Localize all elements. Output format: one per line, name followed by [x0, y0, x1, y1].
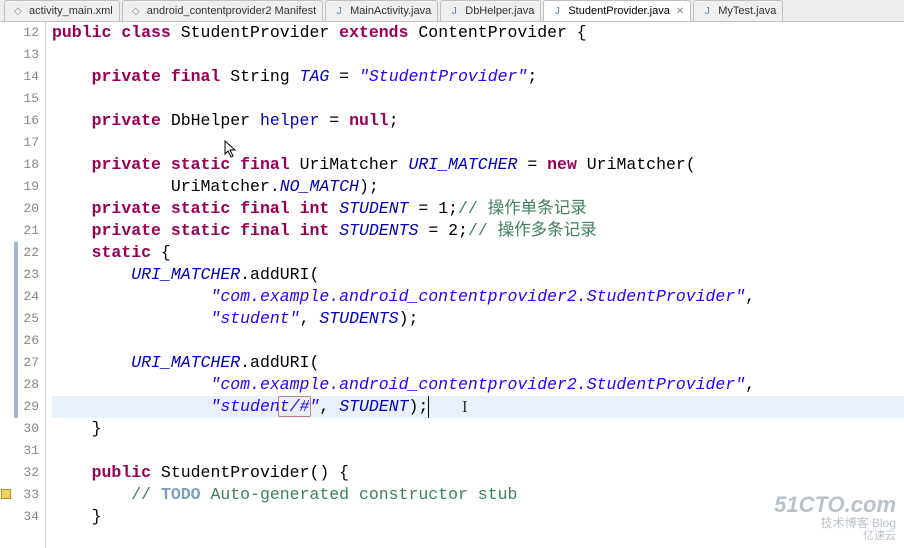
xml-file-icon: ◇: [129, 4, 143, 18]
code-line[interactable]: private final String TAG = "StudentProvi…: [52, 66, 904, 88]
line-number: 29: [0, 396, 45, 418]
change-marker: [14, 286, 18, 308]
line-number: 15: [0, 88, 45, 110]
change-marker: [14, 374, 18, 396]
code-line[interactable]: "com.example.android_contentprovider2.St…: [52, 286, 904, 308]
line-number: 12: [0, 22, 45, 44]
code-line[interactable]: private static final int STUDENT = 1;// …: [52, 198, 904, 220]
code-line[interactable]: [52, 330, 904, 352]
java-file-icon: J: [700, 4, 714, 18]
code-line[interactable]: // TODO Auto-generated constructor stub: [52, 484, 904, 506]
code-line[interactable]: public StudentProvider() {: [52, 462, 904, 484]
line-number: 13: [0, 44, 45, 66]
line-number: 24: [0, 286, 45, 308]
line-number: 18: [0, 154, 45, 176]
code-line[interactable]: URI_MATCHER.addURI(: [52, 352, 904, 374]
code-line[interactable]: "student", STUDENTS);: [52, 308, 904, 330]
editor-tab[interactable]: J DbHelper.java: [440, 0, 541, 21]
tab-label: android_contentprovider2 Manifest: [147, 5, 316, 17]
warning-icon: [1, 489, 11, 499]
code-line[interactable]: private static final int STUDENTS = 2;//…: [52, 220, 904, 242]
code-line[interactable]: static {: [52, 242, 904, 264]
code-line[interactable]: [52, 440, 904, 462]
editor-tab-bar: ◇ activity_main.xml ◇ android_contentprovid…: [0, 0, 904, 22]
line-number: 34: [0, 506, 45, 528]
java-file-icon: J: [447, 4, 461, 18]
code-line[interactable]: [52, 88, 904, 110]
code-line[interactable]: [52, 44, 904, 66]
change-marker: [14, 330, 18, 352]
tab-label: MainActivity.java: [350, 5, 431, 17]
code-line[interactable]: "student/#", STUDENT);I: [52, 396, 904, 418]
editor-tab[interactable]: J StudentProvider.java ✕: [543, 0, 691, 21]
line-number: 26: [0, 330, 45, 352]
change-marker: [14, 396, 18, 418]
code-line[interactable]: }: [52, 506, 904, 528]
tab-label: MyTest.java: [718, 5, 776, 17]
change-marker: [14, 352, 18, 374]
code-line[interactable]: }: [52, 418, 904, 440]
tab-label: DbHelper.java: [465, 5, 534, 17]
change-marker: [14, 242, 18, 264]
line-number: 22: [0, 242, 45, 264]
code-editor[interactable]: 1213141516171819202122232425262728293031…: [0, 22, 904, 548]
line-number-gutter: 1213141516171819202122232425262728293031…: [0, 22, 46, 548]
line-number: 17: [0, 132, 45, 154]
code-line[interactable]: [52, 132, 904, 154]
line-number: 30: [0, 418, 45, 440]
editor-tab[interactable]: J MyTest.java: [693, 0, 783, 21]
xml-file-icon: ◇: [11, 4, 25, 18]
line-number: 27: [0, 352, 45, 374]
line-number: 20: [0, 198, 45, 220]
editor-tab[interactable]: ◇ activity_main.xml: [4, 0, 120, 21]
tab-label: StudentProvider.java: [568, 5, 670, 17]
change-marker: [14, 308, 18, 330]
code-line[interactable]: URI_MATCHER.addURI(: [52, 264, 904, 286]
line-number: 23: [0, 264, 45, 286]
line-number: 16: [0, 110, 45, 132]
code-line[interactable]: "com.example.android_contentprovider2.St…: [52, 374, 904, 396]
code-line[interactable]: private static final UriMatcher URI_MATC…: [52, 154, 904, 176]
line-number: 28: [0, 374, 45, 396]
line-number: 25: [0, 308, 45, 330]
line-number: 32: [0, 462, 45, 484]
code-line[interactable]: UriMatcher.NO_MATCH);: [52, 176, 904, 198]
code-line[interactable]: private DbHelper helper = null;: [52, 110, 904, 132]
tab-label: activity_main.xml: [29, 5, 113, 17]
line-number: 21: [0, 220, 45, 242]
close-icon[interactable]: ✕: [676, 6, 684, 17]
java-file-icon: J: [332, 4, 346, 18]
code-line[interactable]: public class StudentProvider extends Con…: [52, 22, 904, 44]
change-marker: [14, 264, 18, 286]
java-file-icon: J: [550, 4, 564, 18]
editor-tab[interactable]: J MainActivity.java: [325, 0, 438, 21]
line-number: 33: [0, 484, 45, 506]
line-number: 14: [0, 66, 45, 88]
line-number: 31: [0, 440, 45, 462]
editor-tab[interactable]: ◇ android_contentprovider2 Manifest: [122, 0, 323, 21]
code-area[interactable]: public class StudentProvider extends Con…: [46, 22, 904, 548]
line-number: 19: [0, 176, 45, 198]
